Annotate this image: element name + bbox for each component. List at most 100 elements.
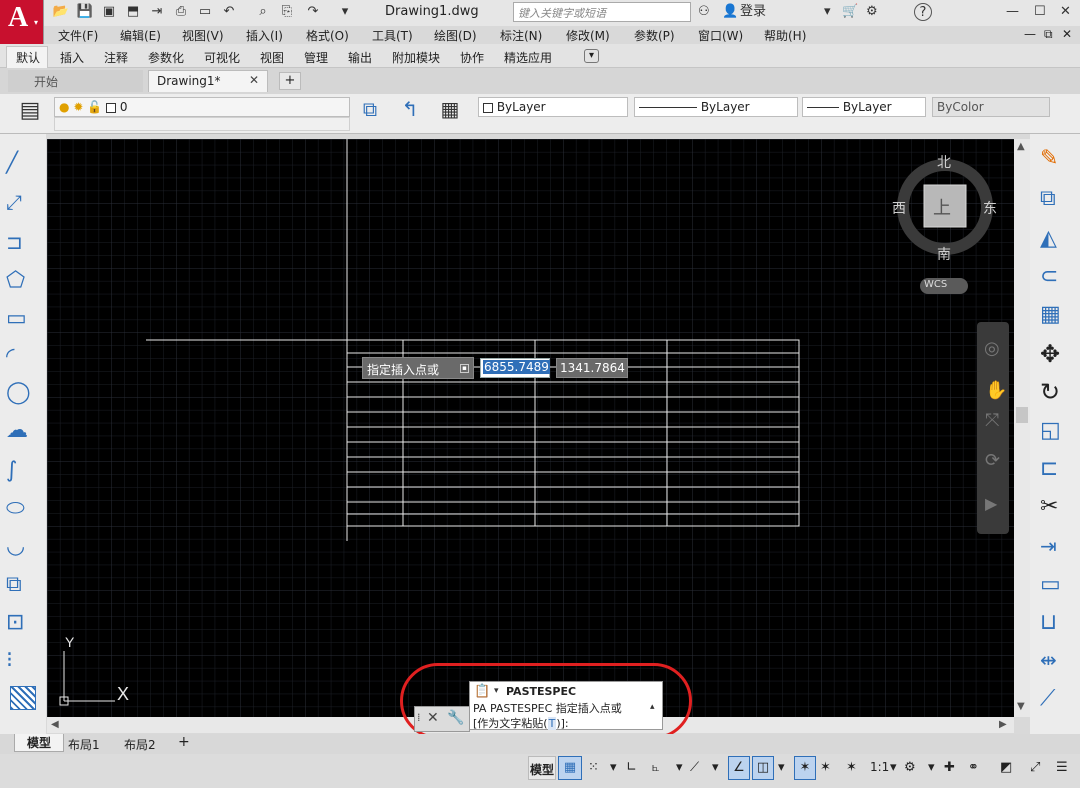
tab-view[interactable]: 视图 (260, 49, 284, 66)
grip-icon[interactable]: ⁞ (417, 711, 421, 724)
command-close-icon[interactable]: ✕ (427, 710, 439, 726)
rotate-icon[interactable]: ↻ (1040, 378, 1060, 406)
wcs-menu[interactable]: WCS (920, 278, 968, 294)
ortho-icon[interactable]: ∟ (626, 760, 637, 775)
minimize-button[interactable]: — (1006, 3, 1019, 21)
plotstyle-dropdown[interactable]: ByColor (932, 97, 1050, 117)
tab-insert[interactable]: 插入 (60, 49, 84, 66)
move-icon[interactable]: ✥ (1040, 340, 1060, 368)
help-icon[interactable]: ? (914, 3, 932, 21)
tab-annotate[interactable]: 注释 (104, 49, 128, 66)
coord-y-input[interactable]: 1341.7864 (556, 358, 628, 378)
hardware-accel-icon[interactable]: ◩ (1000, 760, 1012, 775)
tab-close-icon[interactable]: ✕ (249, 73, 259, 87)
isodraft-dropdown-icon[interactable]: ▾ (712, 760, 719, 775)
viewcube-south[interactable]: 南 (937, 244, 951, 264)
menu-draw[interactable]: 绘图(D) (434, 27, 477, 44)
isodraft-icon[interactable]: ⟋ (690, 760, 699, 775)
menu-file[interactable]: 文件(F) (58, 27, 98, 44)
prompt-options-icon[interactable]: ▪ (460, 364, 469, 373)
drawing-canvas[interactable]: Y X (47, 139, 1014, 717)
showmotion-icon[interactable]: ▶ (985, 494, 997, 513)
join-icon[interactable]: ⇹ (1040, 648, 1057, 672)
close-button[interactable]: ✕ (1060, 3, 1071, 21)
array-icon[interactable]: ▦ (1040, 302, 1061, 327)
menu-help[interactable]: 帮助(H) (764, 27, 806, 44)
doc-minimize-button[interactable]: — (1024, 27, 1036, 41)
tab-parametric[interactable]: 参数化 (148, 49, 184, 66)
menu-tools[interactable]: 工具(T) (372, 27, 413, 44)
tab-start[interactable]: 开始 (8, 70, 143, 92)
tab-collaborate[interactable]: 协作 (460, 49, 484, 66)
mirror-icon[interactable]: ◭ (1040, 226, 1057, 251)
redo-icon[interactable]: ↷ (304, 3, 322, 21)
annotation-visibility-icon[interactable]: ✶ (794, 756, 816, 780)
snap-dropdown-icon[interactable]: ▾ (610, 760, 617, 775)
menu-edit[interactable]: 编辑(E) (120, 27, 161, 44)
coord-x-input[interactable]: 6855.7489 (480, 358, 550, 378)
grid-toggle-icon[interactable]: ▦ (558, 756, 582, 780)
pastespec-dropdown-icon[interactable]: ▾ (494, 686, 499, 696)
new-tab-button[interactable]: + (279, 72, 301, 90)
construction-line-icon[interactable]: ⤢ (6, 190, 22, 214)
object-snap-tracking-icon[interactable]: ∠ (728, 756, 750, 780)
scroll-right-icon[interactable]: ▶ (999, 719, 1007, 730)
ellipse-arc-icon[interactable]: ◡ (6, 534, 25, 559)
undo-icon[interactable]: ↶ (220, 3, 238, 21)
menu-format[interactable]: 格式(O) (306, 27, 349, 44)
break-icon[interactable]: ▭ (1040, 572, 1061, 597)
annotation-scale-value[interactable]: 1:1 (870, 760, 889, 774)
tab-default[interactable]: 默认 (16, 49, 40, 66)
workspace-dropdown-icon[interactable]: ▾ (928, 760, 935, 775)
menu-parameter[interactable]: 参数(P) (634, 27, 675, 44)
trim-icon[interactable]: ✂ (1040, 494, 1058, 519)
tab-visualize[interactable]: 可视化 (204, 49, 240, 66)
steering-wheel-icon[interactable]: ◎ (984, 338, 1000, 359)
tab-model[interactable]: 模型 (14, 734, 64, 752)
extend-icon[interactable]: ⇥ (1040, 534, 1057, 558)
cart-icon[interactable]: 🛒 (842, 3, 858, 21)
line-icon[interactable]: ╱ (6, 150, 18, 174)
vertical-scrollbar[interactable]: ▲ ▼ (1014, 139, 1030, 717)
pan-icon[interactable]: ✋ (985, 380, 1007, 401)
viewcube-east[interactable]: 东 (983, 198, 997, 218)
layer-make-current-icon[interactable]: ⧉ (352, 97, 388, 131)
scroll-down-icon[interactable]: ▼ (1017, 701, 1025, 712)
tab-layout2[interactable]: 布局2 (124, 736, 156, 753)
ribbon-toggle-icon[interactable]: ▾ (584, 49, 600, 63)
erase-icon[interactable]: ✎ (1040, 146, 1058, 171)
polygon-icon[interactable]: ⬠ (6, 268, 25, 293)
command-history-icon[interactable]: ▴ (650, 702, 655, 712)
plus-icon[interactable]: ✚ (944, 760, 955, 775)
zoom-extents-icon[interactable]: ⤧ (985, 410, 999, 431)
annotation-autoscale-icon[interactable]: ✶ (820, 760, 831, 775)
copy-icon[interactable]: ⧉ (1040, 186, 1056, 211)
user-icon[interactable]: 👤 (722, 3, 738, 21)
linetype-dropdown[interactable]: ByLayer (634, 97, 798, 117)
scroll-left-icon[interactable]: ◀ (51, 719, 59, 730)
menu-dimension[interactable]: 标注(N) (500, 27, 542, 44)
connect-icon[interactable]: ⚙ (866, 3, 878, 21)
snap-icon[interactable]: ⁙ (588, 760, 599, 775)
login-link[interactable]: 登录 (740, 3, 766, 21)
polar-icon[interactable]: ⦜ (652, 760, 659, 775)
stretch-icon[interactable]: ⊏ (1040, 456, 1058, 481)
menu-window[interactable]: 窗口(W) (698, 27, 743, 44)
chamfer-icon[interactable]: ⟋ (1040, 686, 1055, 711)
offset-icon[interactable]: ⊂ (1040, 264, 1058, 289)
print-icon[interactable]: ⎙ (172, 3, 190, 21)
clean-screen-icon[interactable]: ⤢ (1030, 760, 1040, 775)
layer-previous-icon[interactable]: ↰ (392, 97, 428, 131)
hatch-icon[interactable] (10, 686, 36, 710)
tab-manage[interactable]: 管理 (304, 49, 328, 66)
layer-manager-icon[interactable]: ▤ (12, 98, 48, 130)
save-icon[interactable]: 💾 (76, 3, 94, 21)
add-layout-button[interactable]: + (178, 734, 190, 750)
revcloud-icon[interactable]: ☁ (6, 418, 28, 443)
scale-icon[interactable]: ◱ (1040, 418, 1061, 443)
zoom-icon[interactable]: ⌕ (254, 3, 272, 21)
menu-modify[interactable]: 修改(M) (566, 27, 610, 44)
point-icon[interactable]: ⁝ (6, 648, 13, 673)
binoculars-icon[interactable]: ⚇ (698, 3, 710, 21)
viewcube[interactable]: 北 南 东 西 上 WCS (892, 150, 997, 300)
